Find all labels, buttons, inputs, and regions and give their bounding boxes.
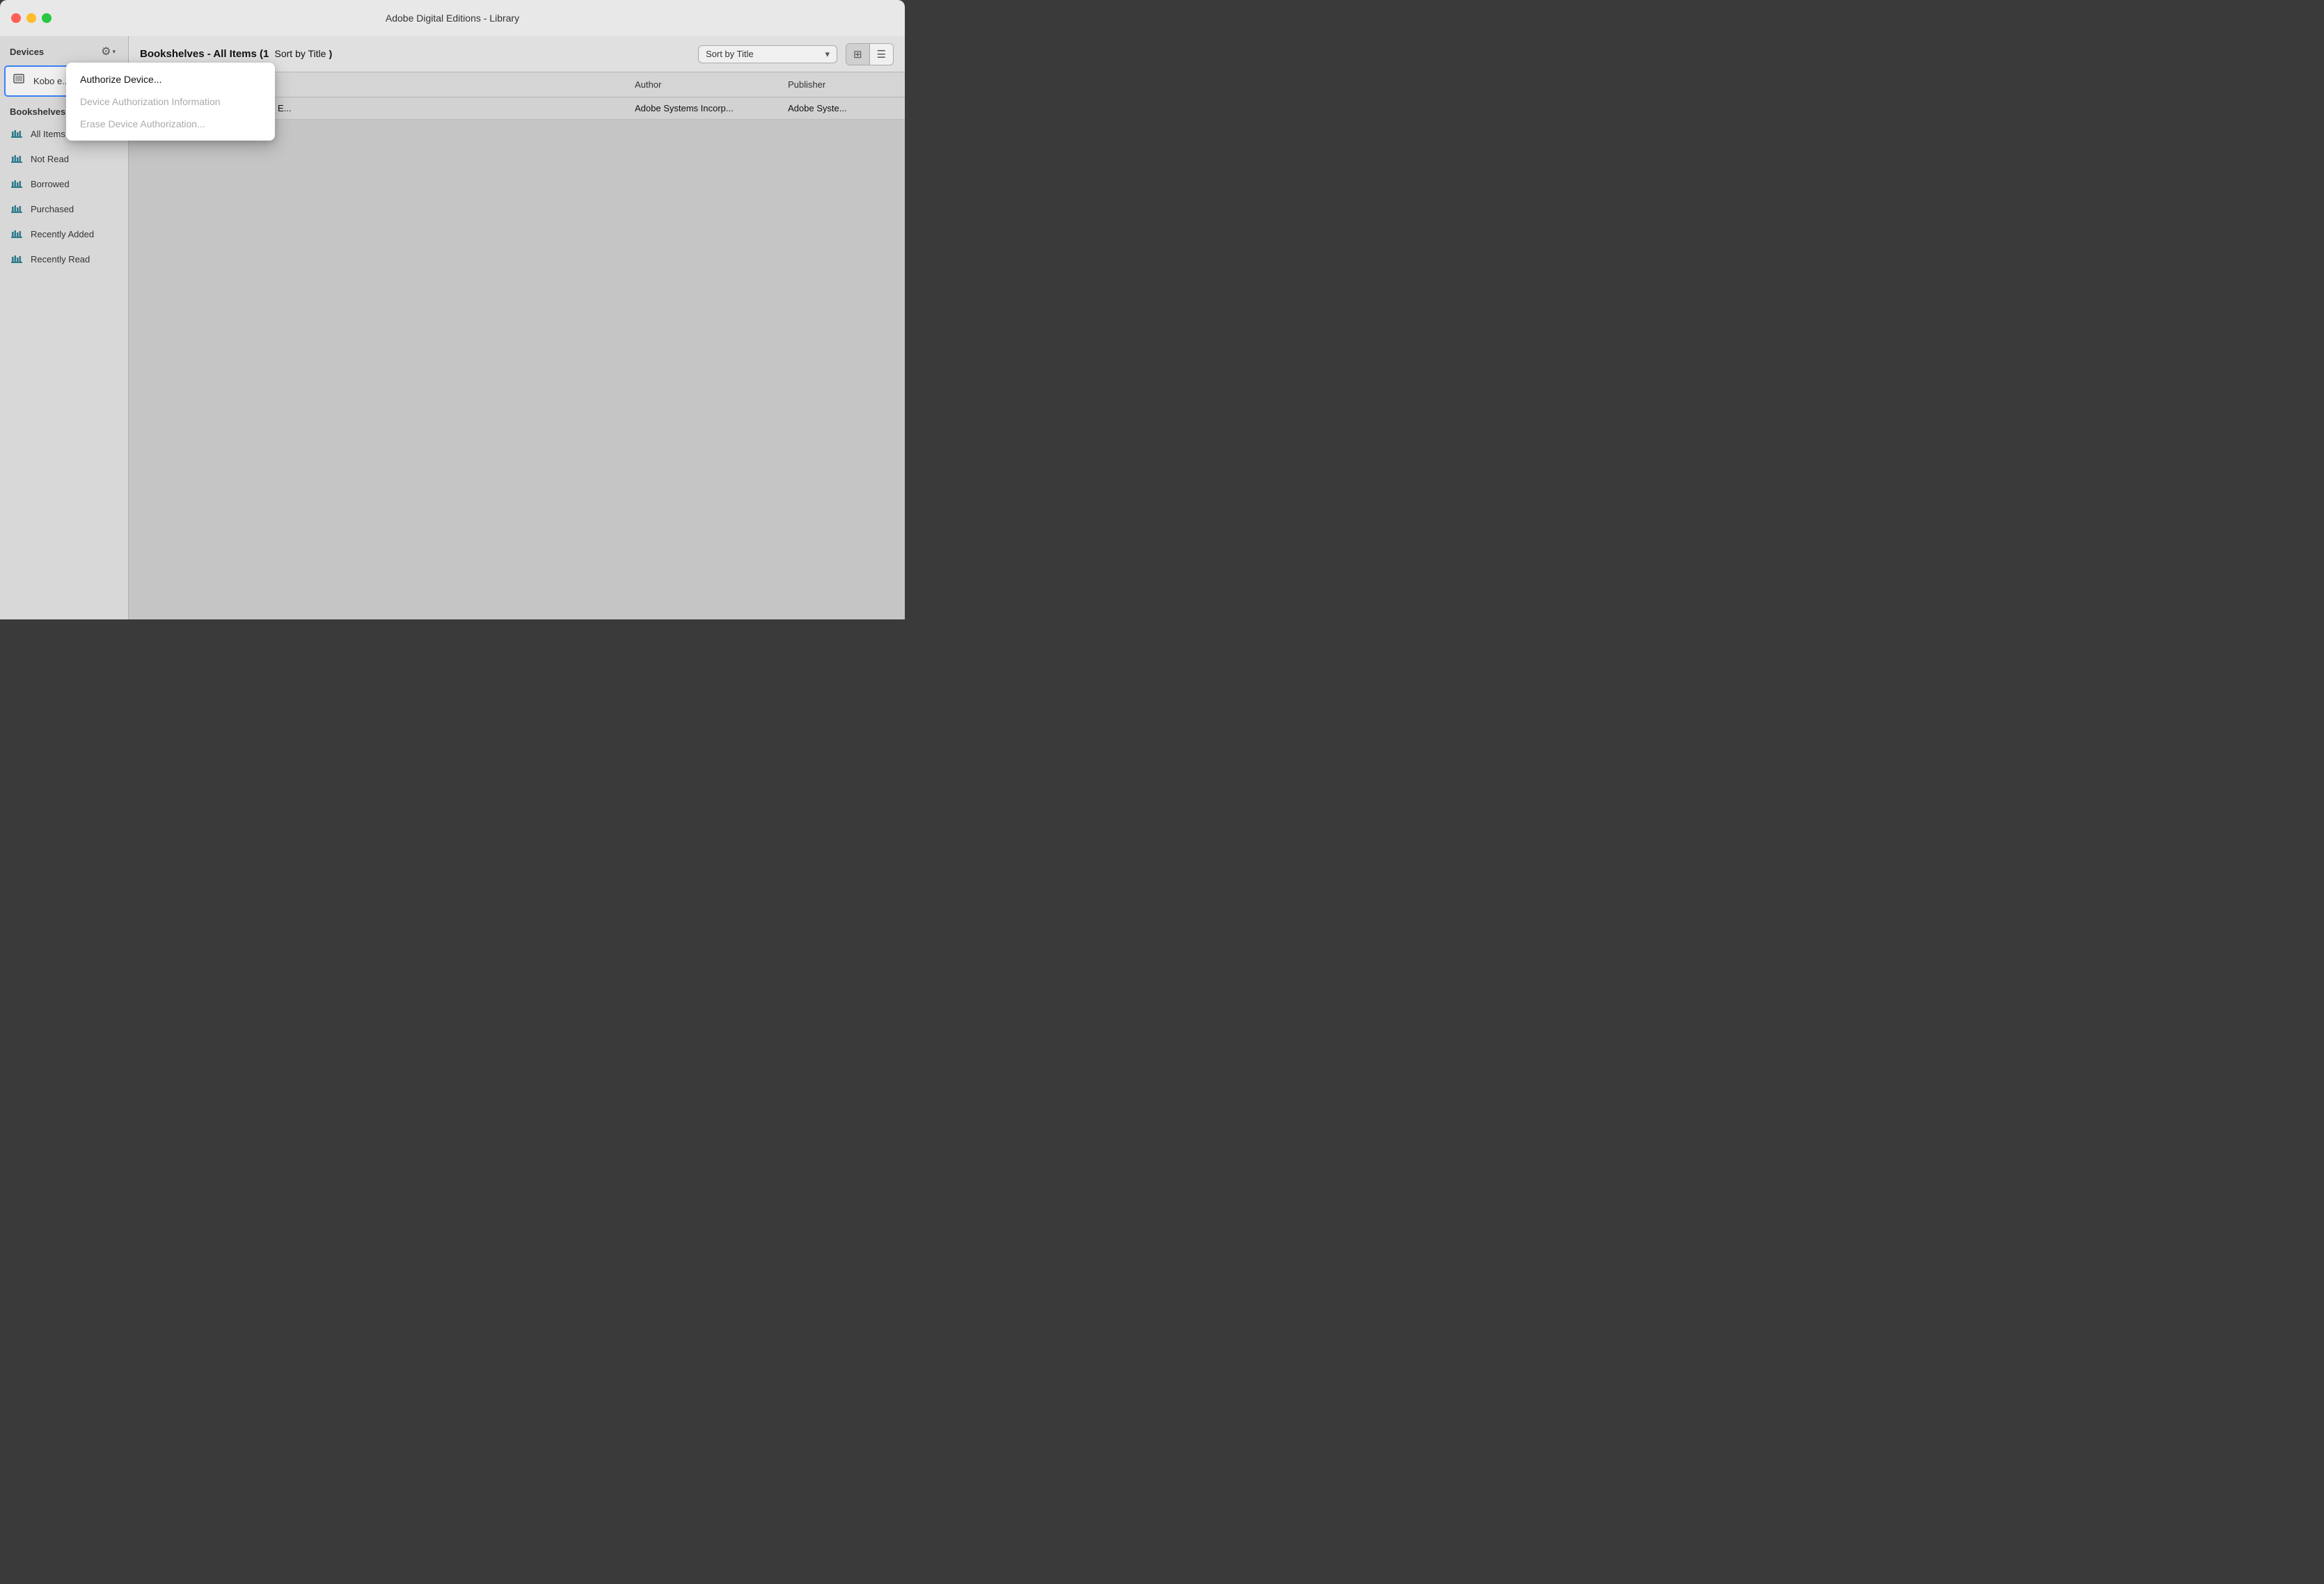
sort-info-label: Sort by Title (275, 48, 326, 59)
row-publisher: Adobe Syste... (780, 100, 905, 116)
bookshelf-icon (10, 177, 24, 191)
bookshelf-icon (10, 202, 24, 216)
grid-view-button[interactable]: ⊞ (846, 44, 870, 65)
window-title: Adobe Digital Editions - Library (386, 13, 519, 24)
maximize-button[interactable] (42, 13, 52, 23)
gear-menu-button[interactable]: ⚙ ▾ (98, 43, 118, 60)
sidebar-item-all-items-label: All Items (31, 129, 65, 139)
list-view-button[interactable]: ☰ (870, 44, 893, 65)
bookshelf-icon (10, 252, 24, 266)
row-author: Adobe Systems Incorp... (626, 100, 780, 116)
sort-dropdown[interactable]: Sort by Title ▾ (698, 45, 837, 63)
main-area: Devices ⚙ ▾ Kobo e... Bookshelves (0, 36, 905, 619)
close-button[interactable] (11, 13, 21, 23)
sidebar-item-not-read-label: Not Read (31, 154, 69, 164)
sort-chevron-icon: ▾ (825, 49, 830, 60)
device-label: Kobo e... (33, 76, 70, 86)
sidebar-item-borrowed-label: Borrowed (31, 179, 70, 189)
sidebar-item-borrowed[interactable]: Borrowed (0, 171, 128, 196)
sidebar-item-purchased-label: Purchased (31, 204, 74, 214)
view-toggle: ⊞ ☰ (846, 43, 894, 65)
bookshelf-icon (10, 152, 24, 166)
traffic-lights (11, 13, 52, 23)
sidebar-item-not-read[interactable]: Not Read (0, 146, 128, 171)
devices-label: Devices (10, 47, 44, 57)
context-menu: Authorize Device... Device Authorization… (66, 63, 275, 141)
grid-view-icon: ⊞ (853, 49, 862, 61)
list-view-icon: ☰ (877, 49, 886, 61)
bookshelf-icon (10, 127, 24, 141)
gear-icon: ⚙ (101, 45, 111, 58)
devices-header: Devices ⚙ ▾ (0, 36, 128, 65)
sidebar-item-recently-added-label: Recently Added (31, 229, 94, 239)
menu-item-authorize[interactable]: Authorize Device... (66, 68, 275, 90)
col-author-header[interactable]: Author (626, 77, 780, 93)
minimize-button[interactable] (26, 13, 36, 23)
sidebar-item-recently-added[interactable]: Recently Added (0, 221, 128, 246)
table-body: Getting Started with Adobe Digital E... … (129, 97, 905, 619)
menu-item-erase-auth: Erase Device Authorization... (66, 113, 275, 135)
sidebar-item-recently-read[interactable]: Recently Read (0, 246, 128, 271)
content-title: Bookshelves - All Items (1 Sort by Title… (140, 48, 332, 60)
sidebar-item-recently-read-label: Recently Read (31, 254, 90, 264)
bookshelf-icon (10, 227, 24, 241)
menu-item-auth-info: Device Authorization Information (66, 90, 275, 113)
sort-label: Sort by Title (706, 49, 754, 59)
titlebar: Adobe Digital Editions - Library (0, 0, 905, 36)
device-icon (13, 72, 26, 90)
col-publisher-header[interactable]: Publisher (780, 77, 905, 93)
sidebar-item-purchased[interactable]: Purchased (0, 196, 128, 221)
gear-chevron-icon: ▾ (112, 48, 116, 56)
